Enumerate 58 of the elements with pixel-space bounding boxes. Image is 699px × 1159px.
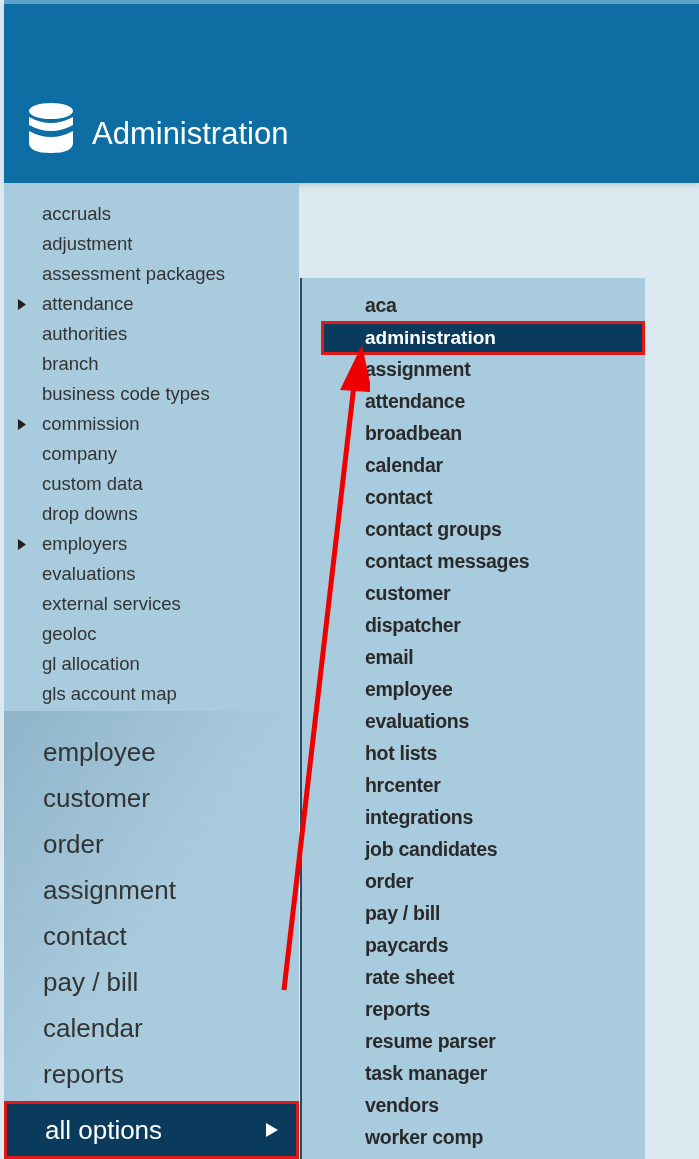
menu-item[interactable]: branch [42,350,99,378]
menu-item[interactable]: geoloc [42,620,97,648]
submenu-item[interactable]: hot lists [302,738,645,770]
menu-item[interactable]: custom data [42,470,143,498]
submenu-item[interactable]: contact [302,482,645,514]
submenu-item[interactable]: contact messages [302,546,645,578]
nav-item[interactable]: calendar [4,1005,299,1051]
submenu-item[interactable]: hrcenter [302,770,645,802]
expand-arrow-icon[interactable] [18,298,26,310]
menu-item[interactable]: external services [42,590,181,618]
submenu-item[interactable]: vendors [302,1090,645,1122]
expand-arrow-icon[interactable] [18,538,26,550]
submenu-item[interactable]: customer [302,578,645,610]
menu-item[interactable]: employers [42,530,128,558]
submenu-item[interactable]: calendar [302,450,645,482]
menu-item[interactable]: gls account map [42,680,177,708]
submenu-item[interactable]: task manager [302,1058,645,1090]
nav-item[interactable]: order [4,821,299,867]
caret-icon [266,1123,278,1137]
submenu-item[interactable]: reports [302,994,645,1026]
nav-item[interactable]: customer [4,775,299,821]
nav-item[interactable]: pay / bill [4,959,299,1005]
menu-item[interactable]: business code types [42,380,210,408]
database-icon [28,103,74,153]
submenu-item[interactable]: integrations [302,802,645,834]
submenu-item[interactable]: attendance [302,386,645,418]
submenu-item[interactable]: employee [302,674,645,706]
submenu-item[interactable]: pay / bill [302,898,645,930]
submenu-item[interactable]: email [302,642,645,674]
submenu-item[interactable]: worker comp [302,1122,645,1154]
menu-item[interactable]: assessment packages [42,260,226,288]
nav-item[interactable]: assignment [4,867,299,913]
submenu-item[interactable]: paycards [302,930,645,962]
submenu-item[interactable]: administration [321,321,645,355]
submenu-item[interactable]: broadbean [302,418,645,450]
menu-item[interactable]: adjustment [42,230,133,258]
submenu-item[interactable]: job candidates [302,834,645,866]
menu-item[interactable]: authorities [42,320,128,348]
nav-item[interactable]: employee [4,729,299,775]
menu-item[interactable]: drop downs [42,500,138,528]
menu-item[interactable]: commission [42,410,140,438]
menu-item[interactable]: company [42,440,118,468]
nav-item[interactable]: all options [4,1101,299,1159]
header-title: Administration [92,118,289,153]
submenu-item[interactable]: contact groups [302,514,645,546]
submenu-item[interactable]: dispatcher [302,610,645,642]
submenu-item[interactable]: evaluations [302,706,645,738]
menu-item[interactable]: accruals [42,200,111,228]
nav-item[interactable]: reports [4,1051,299,1097]
submenu-item[interactable]: aca [302,290,645,322]
menu-item[interactable]: evaluations [42,560,136,588]
submenu-item[interactable]: resume parser [302,1026,645,1058]
expand-arrow-icon[interactable] [18,418,26,430]
submenu-item[interactable]: rate sheet [302,962,645,994]
submenu-item[interactable]: order [302,866,645,898]
menu-item[interactable]: attendance [42,290,134,318]
nav-item[interactable]: contact [4,913,299,959]
menu-item[interactable]: gl allocation [42,650,140,678]
